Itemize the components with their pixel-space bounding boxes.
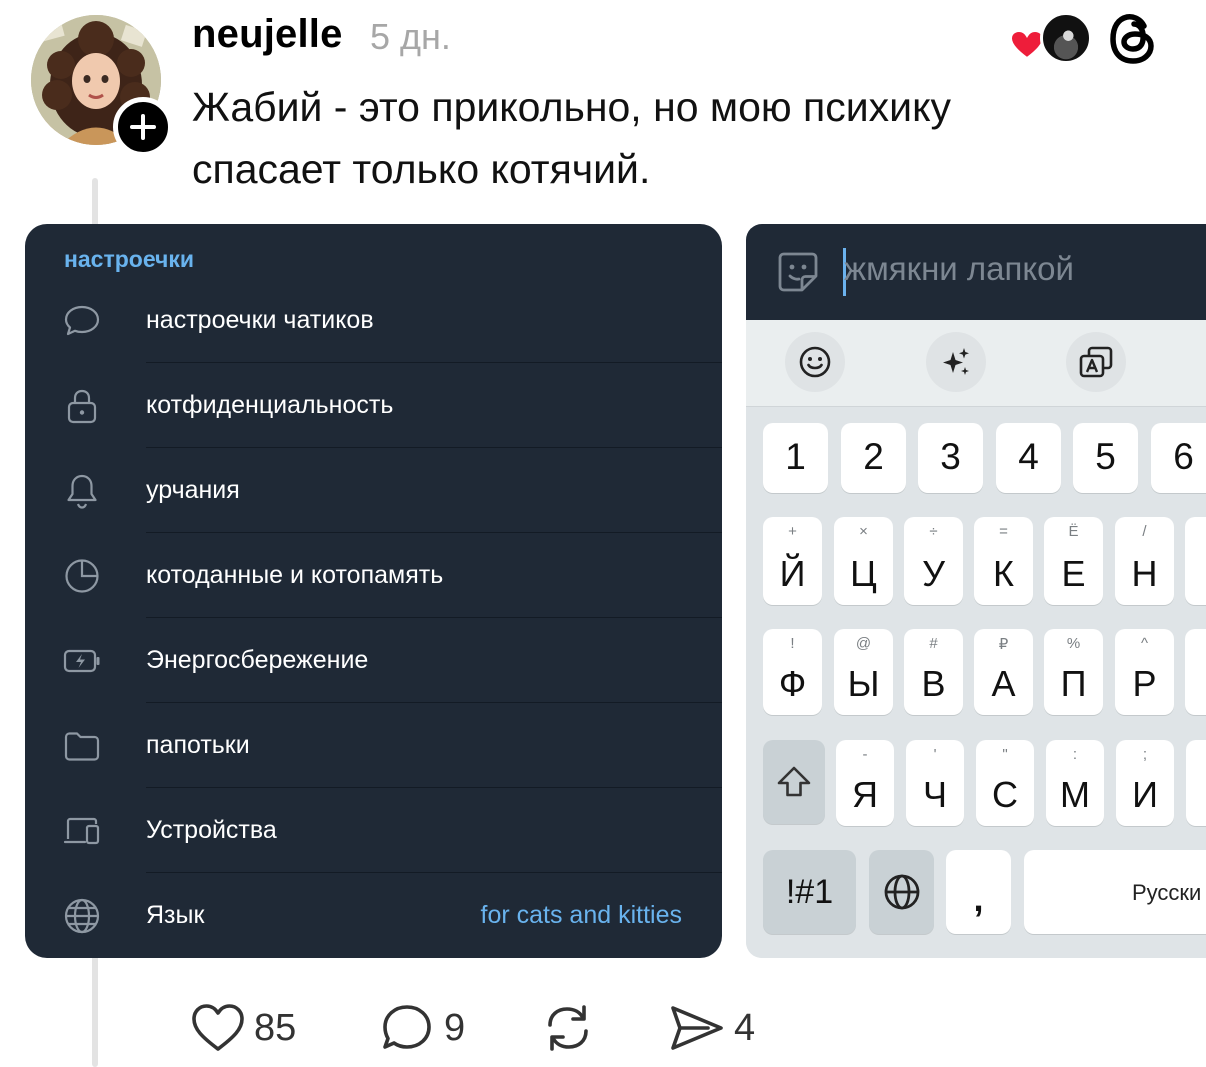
key-letter[interactable]: " С xyxy=(976,740,1034,826)
key-letter[interactable]: + Й xyxy=(763,517,822,605)
pie-chart-icon xyxy=(65,559,99,593)
key-1[interactable]: 1 xyxy=(763,423,828,493)
language-value: for cats and kitties xyxy=(480,901,682,929)
settings-item-label: котфиденциальность xyxy=(146,391,394,419)
settings-item-power-saving[interactable]: Энергосбережение xyxy=(25,618,722,703)
settings-item-folders[interactable]: папотьки xyxy=(25,703,722,788)
lock-icon xyxy=(67,389,97,424)
key-6[interactable]: 6 xyxy=(1151,423,1206,493)
language-switch-key[interactable] xyxy=(869,850,934,934)
settings-item-label: Язык xyxy=(146,901,205,929)
globe-icon xyxy=(884,874,919,910)
key-letter[interactable]: # В xyxy=(904,629,963,715)
folder-icon xyxy=(64,732,100,761)
settings-item-notifications[interactable]: урчания xyxy=(25,448,722,533)
settings-screenshot[interactable]: настроечки настроечки чатиков котфиденци… xyxy=(25,224,722,958)
key-letter[interactable]: -Я xyxy=(836,740,894,826)
follow-button[interactable] xyxy=(113,97,173,157)
symbols-key[interactable]: !#1 xyxy=(763,850,856,934)
comment-icon xyxy=(383,1005,431,1049)
settings-item-label: урчания xyxy=(146,476,240,504)
settings-section-title: настроечки xyxy=(64,246,195,272)
post-text: Жабий - это прикольно, но мою психику сп… xyxy=(192,84,951,192)
emoji-button[interactable] xyxy=(785,332,845,392)
key-letter[interactable]: % П xyxy=(1044,629,1103,715)
repost-icon xyxy=(548,1005,588,1051)
message-input[interactable]: жмякни лапкой xyxy=(746,224,1206,320)
space-key[interactable]: Русски xyxy=(1024,850,1206,934)
key-4[interactable]: 4 xyxy=(996,423,1061,493)
settings-item-label: котоданные и котопамять xyxy=(146,561,444,589)
key-3[interactable]: 3 xyxy=(918,423,983,493)
key-letter[interactable]: ₽ А xyxy=(974,629,1033,715)
devices-icon xyxy=(63,817,100,845)
settings-item-label: Устройства xyxy=(146,816,277,844)
key-letter[interactable]: @ Ы xyxy=(834,629,893,715)
key-letter[interactable]: ÷ У xyxy=(904,517,963,605)
keyboard-keys: 1 2 3 4 5 6 + Й × Ц ÷ У = К ËЕ / Н ! Ф @ Ы # В ₽… xyxy=(746,406,1206,958)
post-time: 5 дн. xyxy=(370,16,451,57)
sparkles-icon xyxy=(943,348,969,375)
comment-count: 9 xyxy=(444,1006,466,1049)
shift-key[interactable] xyxy=(763,740,825,824)
share-count: 4 xyxy=(734,1006,756,1049)
heart-icon xyxy=(192,1004,244,1051)
settings-item-privacy[interactable]: котфиденциальность xyxy=(25,363,722,448)
globe-icon xyxy=(64,898,100,934)
chat-bubble-icon xyxy=(64,305,100,336)
keyboard-screenshot[interactable]: жмякни лапкой 1 2 3 4 5 6 + Й × Ц ÷ У = … xyxy=(746,224,1206,958)
key-letter[interactable]: ^ Р xyxy=(1115,629,1174,715)
settings-item-devices[interactable]: Устройства xyxy=(25,788,722,873)
bell-icon xyxy=(67,474,97,509)
translate-button[interactable] xyxy=(1066,332,1126,392)
threads-logo-icon[interactable] xyxy=(1108,12,1158,66)
settings-item-label: папотьки xyxy=(146,731,250,759)
comment-button[interactable]: 9 xyxy=(380,1000,465,1056)
ai-writing-button[interactable] xyxy=(926,332,986,392)
keyboard-toolbar xyxy=(746,320,1206,406)
send-icon xyxy=(671,1006,723,1050)
message-placeholder: жмякни лапкой xyxy=(844,250,1074,287)
key-2[interactable]: 2 xyxy=(841,423,906,493)
key-letter[interactable]: / Н xyxy=(1115,517,1174,605)
smiley-icon xyxy=(799,346,831,378)
shift-arrow-icon xyxy=(777,766,811,797)
battery-icon xyxy=(63,649,100,673)
comma-key[interactable]: , xyxy=(946,850,1011,934)
heart-filled-icon xyxy=(1010,30,1044,60)
liked-by-indicator[interactable] xyxy=(1010,12,1092,68)
key-letter[interactable]: ' Ч xyxy=(906,740,964,826)
key-letter-partial[interactable] xyxy=(1185,629,1206,715)
settings-item-label: Энергосбережение xyxy=(146,646,369,674)
like-count: 85 xyxy=(254,1006,297,1049)
key-letter-partial[interactable] xyxy=(1186,740,1206,826)
key-5[interactable]: 5 xyxy=(1073,423,1138,493)
like-button[interactable]: 85 xyxy=(190,1000,296,1056)
share-button[interactable]: 4 xyxy=(668,1000,755,1056)
key-letter[interactable]: × Ц xyxy=(834,517,893,605)
settings-item-language[interactable]: Язык for cats and kitties xyxy=(25,873,722,958)
key-letter[interactable]: ! Ф xyxy=(763,629,822,715)
plus-icon xyxy=(130,114,156,140)
liker-avatar xyxy=(1040,12,1092,64)
sticker-icon[interactable] xyxy=(776,250,820,294)
author-username[interactable]: neujelle xyxy=(192,12,343,57)
translate-icon xyxy=(1079,346,1113,378)
key-letter[interactable]: = К xyxy=(974,517,1033,605)
settings-item-chats[interactable]: настроечки чатиков xyxy=(25,278,722,363)
key-letter[interactable]: :М xyxy=(1046,740,1104,826)
key-letter[interactable]: ËЕ xyxy=(1044,517,1103,605)
key-letter[interactable]: ; И xyxy=(1116,740,1174,826)
repost-button[interactable] xyxy=(540,1000,596,1056)
settings-item-data-storage[interactable]: котоданные и котопамять xyxy=(25,533,722,618)
key-letter-partial[interactable] xyxy=(1185,517,1206,605)
settings-item-label: настроечки чатиков xyxy=(146,306,374,334)
